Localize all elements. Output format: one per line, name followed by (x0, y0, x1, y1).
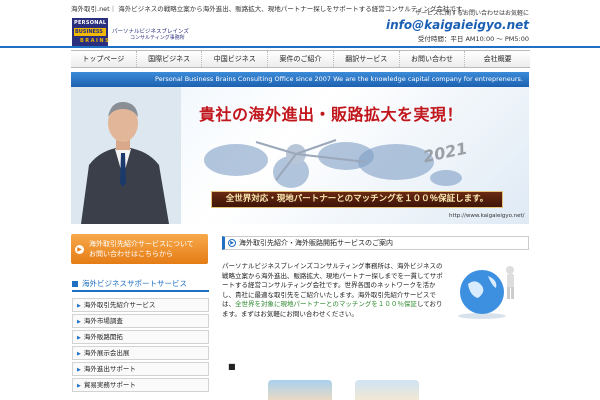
thumbnail-image[interactable] (268, 380, 332, 400)
logo-text-business: BUSINESS (74, 28, 106, 36)
sidebar-item-label: 海外販路開拓 (83, 333, 123, 341)
hero-banner-text: Personal Business Brains Consulting Offi… (71, 72, 529, 87)
header-divider (0, 46, 600, 48)
content-bullet: ■ (228, 362, 236, 371)
businessman-image (71, 87, 181, 224)
nav-item-china[interactable]: 中国ビジネス (202, 51, 269, 67)
main-section-heading: ▶ 海外取引先紹介・海外販路開拓サービスのご案内 (222, 236, 529, 250)
cta-text: 海外取引先紹介サービスについて お問い合わせはこちらから (89, 239, 194, 259)
square-bullet-icon (72, 281, 78, 287)
globe-businessman-image (458, 266, 514, 319)
sidebar-item-label: 海外進出サポート (83, 365, 136, 373)
sidebar-heading-text: 海外ビジネスサポートサービス (82, 279, 187, 288)
main-body-text: パーソナルビジネスブレインズコンサルティング事務所は、海外ビジネスの戦略立案から… (222, 262, 444, 319)
contact-cta-button[interactable]: ▶ 海外取引先紹介サービスについて お問い合わせはこちらから (71, 234, 208, 264)
hero-guarantee-bar: 全世界対応・現地パートナーとのマッチングを１００％保証します。 (211, 191, 503, 208)
logo-company-subtitle: コンサルティング事務所 (130, 35, 185, 41)
triangle-right-icon: ▶ (77, 383, 81, 389)
main-heading-text: 海外取引先紹介・海外販路開拓サービスのご案内 (239, 239, 393, 247)
sidebar-item[interactable]: ▶ 貿易実務サポート (72, 378, 209, 392)
circle-arrow-icon: ▶ (228, 239, 236, 247)
header-contact: サービスに関するお問い合わせはお気軽に info@kaigaieigyo.net… (386, 8, 529, 43)
sidebar-item[interactable]: ▶ 海外取引先紹介サービス (72, 298, 209, 312)
sidebar-item-label: 海外市場調査 (83, 317, 123, 325)
logo-text-brains: BRAINS (80, 38, 111, 44)
sidebar-item-label: 貿易実務サポート (83, 381, 136, 389)
sidebar-item[interactable]: ▶ 海外市場調査 (72, 314, 209, 328)
hero-headline: 貴社の海外進出・販路拡大を実現！ (199, 105, 464, 124)
cta-line-1: 海外取引先紹介サービスについて (89, 240, 194, 248)
nav-item-cases[interactable]: 案件のご紹介 (268, 51, 334, 67)
sidebar-item[interactable]: ▶ 海外展示会出展 (72, 346, 209, 360)
global-nav: トップページ 国際ビジネス 中国ビジネス 案件のご紹介 翻訳サービス お問い合わ… (71, 50, 530, 68)
triangle-right-icon: ▶ (77, 303, 81, 309)
hero-image: 2021 貴社の海外進出・販路拡大を実現！ 全世界対応・現地パートナーとのマッチ… (71, 87, 529, 224)
contact-email-link[interactable]: info@kaigaieigyo.net (386, 18, 529, 32)
triangle-right-icon: ▶ (77, 335, 81, 341)
nav-item-company[interactable]: 会社概要 (465, 51, 530, 67)
logo-mark: PERSONAL BUSINESS BRAINS (72, 18, 111, 46)
triangle-right-icon: ▶ (77, 367, 81, 373)
nav-item-international[interactable]: 国際ビジネス (137, 51, 203, 67)
nav-item-contact[interactable]: お問い合わせ (400, 51, 466, 67)
contact-hours: 受付時間：平日 AM10:00 ～ PM5:00 (417, 35, 529, 43)
arrow-right-icon: ▶ (75, 244, 84, 254)
nav-item-translation[interactable]: 翻訳サービス (334, 51, 400, 67)
triangle-right-icon: ▶ (77, 351, 81, 357)
triangle-right-icon: ▶ (77, 319, 81, 325)
thumbnail-image[interactable] (355, 380, 419, 400)
sidebar-item[interactable]: ▶ 海外進出サポート (72, 362, 209, 376)
site-logo[interactable]: PERSONAL BUSINESS BRAINS パーソナルビジネスブレインズ … (72, 18, 214, 46)
sidebar-item[interactable]: ▶ 海外販路開拓 (72, 330, 209, 344)
logo-text-personal: PERSONAL (74, 20, 107, 26)
main-highlight-link[interactable]: 全世界を対象に現地パートナーとのマッチングを１００％保証 (235, 300, 417, 308)
cta-line-2: お問い合わせはこちらから (89, 250, 173, 258)
hero-url: http://www.kaigaieigyo.net/ (449, 213, 525, 219)
sidebar-item-label: 海外取引先紹介サービス (83, 301, 156, 309)
contact-label: サービスに関するお問い合わせはお気軽に (414, 10, 529, 17)
nav-item-top[interactable]: トップページ (71, 51, 137, 67)
sidebar-item-label: 海外展示会出展 (83, 349, 130, 357)
sidebar-menu: ▶ 海外取引先紹介サービス ▶ 海外市場調査 ▶ 海外販路開拓 ▶ 海外展示会出展 ▶ 海… (72, 298, 209, 394)
sidebar-heading: 海外ビジネスサポートサービス (72, 278, 209, 292)
